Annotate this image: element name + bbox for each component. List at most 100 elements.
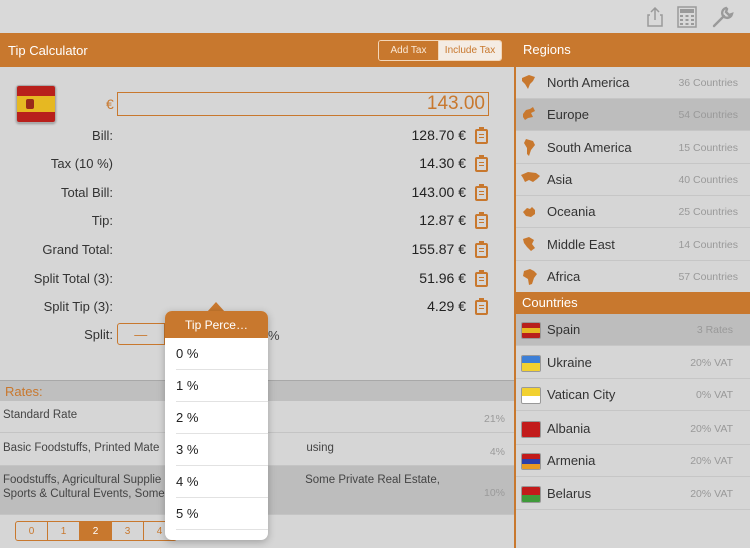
- country-rate: 3 Rates: [696, 324, 733, 336]
- region-item[interactable]: Middle East 14 Countries: [516, 229, 750, 261]
- north-america-icon: [520, 72, 542, 94]
- country-flag-icon: [521, 453, 541, 471]
- region-item[interactable]: Asia 40 Countries: [516, 164, 750, 196]
- region-name: Europe: [547, 107, 589, 123]
- row-value: 128.70 €: [411, 127, 467, 143]
- country-name: Belarus: [547, 486, 592, 501]
- row-label: Tip:: [91, 213, 113, 228]
- country-name: Vatican City: [547, 387, 616, 403]
- tip-percent-option[interactable]: 5 %: [176, 498, 268, 530]
- countries-header: Countries: [516, 292, 750, 314]
- country-rate: 20% VAT: [690, 356, 733, 369]
- country-item[interactable]: Ukraine 20% VAT: [516, 347, 750, 379]
- region-item[interactable]: Oceania 25 Countries: [516, 196, 750, 229]
- country-flag-icon: [521, 486, 541, 503]
- tax-mode-segment: Add Tax Include Tax: [378, 40, 502, 61]
- clipboard-icon[interactable]: [475, 127, 488, 144]
- tip-percent-popover: Tip Perce… 0 % 1 % 2 % 3 % 4 % 5 %: [165, 311, 268, 540]
- region-count: 54 Countries: [678, 109, 738, 122]
- clipboard-icon[interactable]: [475, 241, 488, 258]
- split-suffix: %: [268, 328, 280, 343]
- row-value: 143.00 €: [411, 184, 467, 200]
- oceania-icon: [520, 201, 542, 223]
- tip-percent-option[interactable]: 1 %: [176, 370, 268, 402]
- tip-tab-1[interactable]: 1: [48, 522, 80, 540]
- spain-flag-icon[interactable]: [16, 85, 56, 123]
- country-item[interactable]: Belarus 20% VAT: [516, 478, 750, 510]
- amount-input[interactable]: 143.00: [117, 92, 489, 116]
- wrench-icon[interactable]: [710, 6, 736, 28]
- top-toolbar: [0, 0, 750, 33]
- row-value: 51.96 €: [419, 270, 466, 286]
- middle-east-icon: [520, 234, 542, 256]
- clipboard-icon[interactable]: [475, 298, 488, 315]
- country-item[interactable]: Vatican City 0% VAT: [516, 379, 750, 412]
- clipboard-icon[interactable]: [475, 184, 488, 201]
- country-name: Ukraine: [547, 354, 592, 370]
- region-item[interactable]: South America 15 Countries: [516, 132, 750, 164]
- currency-symbol: €: [106, 96, 114, 112]
- row-label: Split Tip (3):: [43, 299, 113, 314]
- add-tax-button[interactable]: Add Tax: [379, 41, 439, 60]
- tip-tab-2[interactable]: 2: [80, 522, 112, 540]
- row-label: Total Bill:: [60, 185, 113, 200]
- row-value: 12.87 €: [419, 212, 466, 228]
- row-label: Tax (10 %): [50, 156, 113, 171]
- region-item[interactable]: North America 36 Countries: [516, 67, 750, 99]
- calculator-icon[interactable]: [676, 6, 698, 28]
- country-flag-icon: [521, 322, 541, 339]
- region-count: 25 Countries: [678, 206, 738, 219]
- regions-header: Regions: [516, 33, 750, 67]
- region-count: 14 Countries: [678, 238, 738, 251]
- clipboard-icon[interactable]: [475, 212, 488, 229]
- tip-percent-option[interactable]: 0 %: [176, 338, 268, 370]
- clipboard-icon[interactable]: [475, 270, 488, 287]
- country-item[interactable]: Armenia 20% VAT: [516, 445, 750, 478]
- region-name: Asia: [547, 171, 573, 187]
- country-flag-icon: [521, 354, 541, 372]
- share-icon[interactable]: [645, 6, 665, 28]
- row-label: Bill:: [92, 128, 113, 143]
- clipboard-icon[interactable]: [475, 155, 488, 172]
- asia-icon: [520, 169, 542, 191]
- rate-percent: 21%: [483, 413, 505, 425]
- region-name: South America: [547, 139, 632, 155]
- include-tax-button[interactable]: Include Tax: [439, 41, 501, 60]
- south-america-icon: [520, 137, 542, 159]
- popover-title: Tip Perce…: [165, 311, 268, 338]
- country-rate: 20% VAT: [690, 488, 733, 500]
- split-minus-button[interactable]: —: [118, 324, 165, 344]
- regions-panel: Regions North America 36 Countries Europe 5…: [516, 33, 750, 548]
- country-item[interactable]: Albania 20% VAT: [516, 413, 750, 445]
- split-label: Split:: [84, 327, 113, 342]
- country-name: Armenia: [547, 453, 596, 469]
- region-count: 15 Countries: [678, 141, 738, 154]
- country-rate: 20% VAT: [690, 422, 733, 435]
- country-flag-icon: [521, 420, 541, 438]
- country-rate: 0% VAT: [696, 389, 733, 402]
- region-name: Middle East: [547, 236, 615, 252]
- region-item[interactable]: Africa 57 Countries: [516, 261, 750, 293]
- row-value: 155.87 €: [411, 241, 467, 257]
- tip-tab-3[interactable]: 3: [112, 522, 144, 540]
- calculator-header: Tip Calculator Add Tax Include Tax: [0, 33, 514, 67]
- row-value: 14.30 €: [419, 155, 466, 171]
- region-name: Oceania: [547, 204, 596, 220]
- region-count: 36 Countries: [678, 77, 738, 89]
- region-count: 57 Countries: [678, 270, 738, 283]
- tip-percent-option[interactable]: 3 %: [176, 434, 268, 466]
- country-rate: 20% VAT: [690, 455, 733, 468]
- rate-percent: 10%: [483, 487, 505, 499]
- region-count: 40 Countries: [678, 173, 738, 186]
- region-name: North America: [547, 75, 630, 90]
- country-item[interactable]: Spain 3 Rates: [516, 314, 750, 346]
- tip-percent-option[interactable]: 4 %: [176, 466, 268, 498]
- tip-tab-0[interactable]: 0: [16, 522, 48, 540]
- country-name: Albania: [547, 420, 591, 436]
- region-name: Africa: [547, 268, 581, 284]
- region-item[interactable]: Europe 54 Countries: [516, 99, 750, 132]
- tip-percent-tabs: 01234: [15, 521, 177, 541]
- row-value: 4.29 €: [427, 298, 466, 314]
- tip-percent-option[interactable]: 2 %: [176, 402, 268, 434]
- europe-icon: [520, 104, 542, 126]
